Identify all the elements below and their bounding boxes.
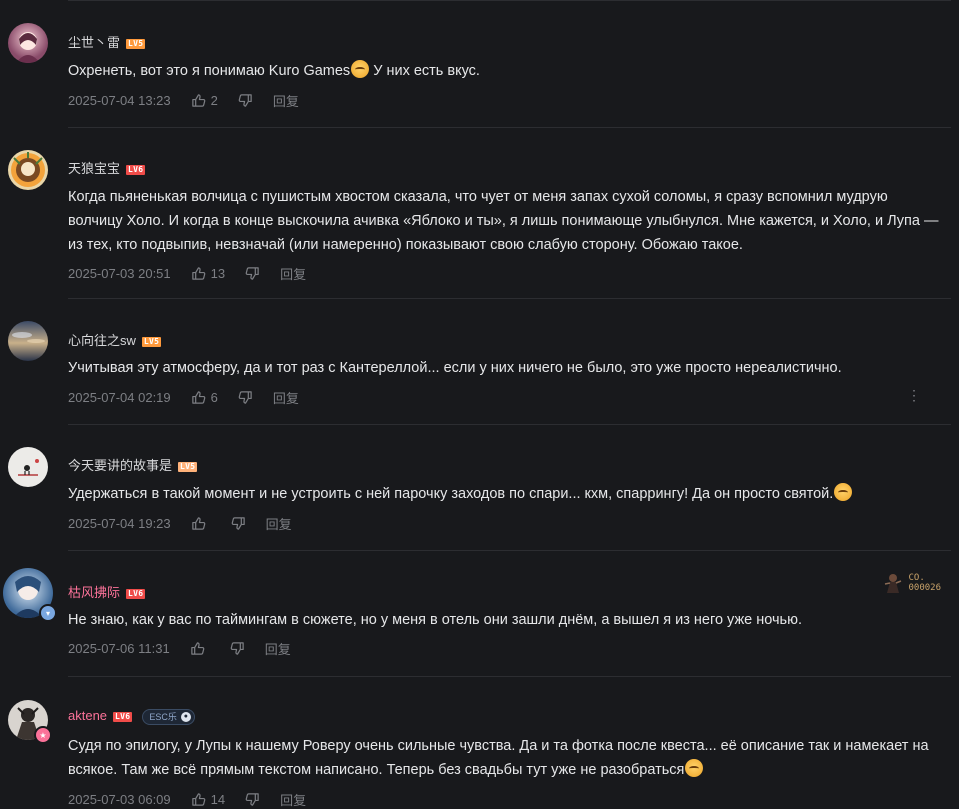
timestamp: 2025-07-06 11:31 [68, 641, 170, 656]
fan-badge-number: 000026 [908, 583, 941, 593]
divider [68, 298, 951, 299]
avatar[interactable] [8, 150, 48, 190]
username-text[interactable]: 心向往之sw [68, 333, 136, 348]
username-text[interactable]: 枯风拂际 [68, 585, 120, 600]
level-badge: LV6 [126, 588, 146, 599]
level-badge: LV5 [178, 461, 198, 472]
username-text[interactable]: 尘世丶雷 [68, 35, 120, 50]
comment-text-part: У них есть вкус. [369, 63, 480, 79]
fan-badge-label: CO. [908, 573, 925, 583]
vip-badge-icon: ▾ [39, 604, 57, 622]
comment-text: Удержаться в такой момент и не устроить … [68, 482, 941, 506]
comment-text-part: Судя по эпилогу, у Лупы к нашему Роверу … [68, 738, 929, 778]
fan-medal-badge[interactable]: ESC乐 ● [142, 708, 195, 725]
comment-text: Судя по эпилогу, у Лупы к нашему Роверу … [68, 734, 941, 782]
thumbs-down-icon [230, 642, 244, 655]
level-badge: LV6 [113, 711, 133, 722]
like-button[interactable]: 6 [191, 390, 218, 405]
comment-meta: 2025-07-04 02:19 6 回复 [68, 388, 299, 407]
thumbs-up-icon [191, 793, 205, 806]
avatar[interactable] [8, 23, 48, 63]
thumbs-up-icon [191, 267, 205, 280]
reply-button[interactable]: 回复 [266, 514, 292, 533]
comment-meta: 2025-07-06 11:31 回复 [68, 639, 291, 658]
thumbs-down-icon [238, 94, 252, 107]
reply-button[interactable]: 回复 [273, 388, 299, 407]
username[interactable]: aktene LV6 ESC乐 ● [68, 708, 195, 725]
cat-emoji-icon [834, 483, 853, 501]
more-options-icon[interactable]: ⋮ [907, 387, 921, 404]
comment-text-part: Удержаться в такой момент и не устроить … [68, 486, 834, 502]
like-button[interactable]: 13 [191, 266, 225, 281]
username-text[interactable]: aktene [68, 708, 107, 723]
dislike-button[interactable] [238, 93, 253, 108]
dislike-button[interactable] [245, 266, 260, 281]
cat-emoji-icon [685, 759, 704, 777]
comment-meta: 2025-07-03 06:09 14 回复 [68, 790, 306, 809]
avatar[interactable] [8, 447, 48, 487]
timestamp: 2025-07-03 06:09 [68, 792, 171, 807]
comment-meta: 2025-07-03 20:51 13 回复 [68, 264, 306, 283]
thumbs-down-icon [245, 267, 259, 280]
fan-badge-text: CO. 000026 [908, 573, 941, 593]
reply-button[interactable]: 回复 [265, 639, 291, 658]
fan-badge[interactable]: CO. 000026 [882, 572, 941, 594]
dislike-button[interactable] [231, 516, 246, 531]
fan-medal-label: ESC乐 [149, 712, 177, 723]
timestamp: 2025-07-04 19:23 [68, 516, 171, 531]
username[interactable]: 尘世丶雷 LV5 [68, 32, 146, 51]
reply-button[interactable]: 回复 [280, 790, 306, 809]
comment-text-part: Охренеть, вот это я понимаю Kuro Games [68, 63, 351, 79]
top-divider [68, 0, 951, 1]
fan-badge-figure-icon [885, 574, 902, 593]
username-text[interactable]: 今天要讲的故事是 [68, 458, 172, 473]
divider [68, 424, 951, 425]
like-count: 13 [210, 266, 226, 281]
username[interactable]: 今天要讲的故事是 LV5 [68, 455, 198, 474]
like-button[interactable]: 2 [191, 93, 218, 108]
avatar[interactable] [8, 321, 48, 361]
divider [68, 676, 951, 677]
timestamp: 2025-07-04 02:19 [68, 390, 171, 405]
username[interactable]: 天狼宝宝 LV6 [68, 158, 146, 177]
level-badge: LV5 [126, 38, 146, 49]
comment-text: Когда пьяненькая волчица с пушистым хвос… [68, 189, 939, 253]
username[interactable]: 枯风拂际 LV6 [68, 582, 146, 601]
like-count: 14 [210, 792, 226, 807]
like-button[interactable]: 14 [191, 792, 225, 807]
divider [68, 550, 951, 551]
reply-button[interactable]: 回复 [273, 91, 299, 110]
level-badge: LV6 [126, 164, 146, 175]
comment-text: Не знаю, как у вас по таймингам в сюжете… [68, 612, 803, 628]
thumbs-up-icon [191, 391, 205, 404]
thumbs-down-icon [238, 391, 252, 404]
reply-button[interactable]: 回复 [280, 264, 306, 283]
like-button[interactable] [191, 516, 211, 531]
comment-meta: 2025-07-04 13:23 2 回复 [68, 91, 299, 110]
thumbs-down-icon [245, 793, 259, 806]
like-count: 6 [210, 390, 218, 405]
dislike-button[interactable] [238, 390, 253, 405]
like-button[interactable] [190, 641, 210, 656]
timestamp: 2025-07-03 20:51 [68, 266, 171, 281]
dislike-button[interactable] [245, 792, 260, 807]
divider [68, 127, 951, 128]
medal-level-icon: ● [180, 711, 191, 722]
thumbs-down-icon [231, 517, 245, 530]
dislike-button[interactable] [230, 641, 245, 656]
like-count: 2 [210, 93, 218, 108]
comment-text: Охренеть, вот это я понимаю Kuro Games У… [68, 59, 941, 83]
thumbs-up-icon [191, 94, 205, 107]
vip-badge-icon: ★ [34, 726, 52, 744]
cat-emoji-icon [351, 60, 370, 78]
timestamp: 2025-07-04 13:23 [68, 93, 171, 108]
comment-meta: 2025-07-04 19:23 回复 [68, 514, 292, 533]
level-badge: LV5 [141, 336, 162, 347]
thumbs-up-icon [191, 517, 205, 530]
username-text[interactable]: 天狼宝宝 [68, 161, 120, 176]
comment-text: Учитывая эту атмосферу, да и тот раз с К… [68, 360, 842, 376]
username[interactable]: 心向往之sw LV5 [68, 330, 162, 349]
thumbs-up-icon [190, 642, 205, 655]
